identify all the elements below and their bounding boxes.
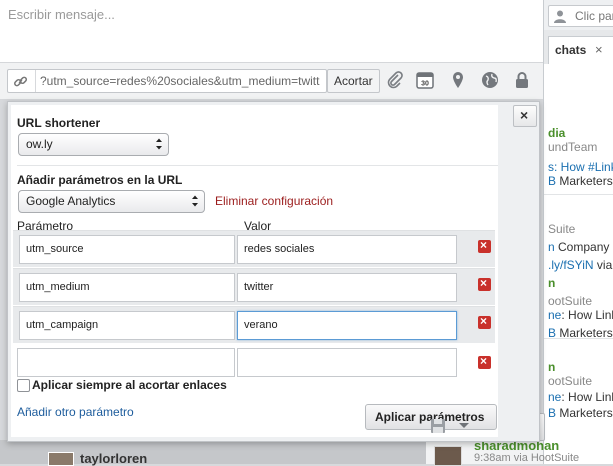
url-input[interactable]: ?utm_source=redes%20sociales&utm_medium=…: [7, 69, 327, 93]
divider: [544, 194, 613, 195]
stream-text: B Marketers: [548, 406, 613, 420]
close-button[interactable]: ×: [513, 105, 537, 127]
close-icon[interactable]: ×: [595, 42, 603, 57]
param-value-input[interactable]: twitter: [237, 273, 457, 302]
add-parameter-link[interactable]: Añadir otro parámetro: [17, 405, 134, 419]
composer-placeholder: Escribir mensaje...: [8, 7, 115, 22]
link-icon: [14, 76, 28, 87]
stream-text: Suite: [548, 222, 576, 236]
lock-icon[interactable]: [512, 70, 532, 90]
attach-icon[interactable]: [385, 70, 405, 90]
param-name-value: utm_medium: [26, 281, 90, 293]
search-placeholder: Clic par: [575, 9, 613, 23]
stream-text: dia: [548, 126, 566, 140]
svg-text:30: 30: [421, 81, 429, 88]
avatar: [434, 446, 462, 466]
link-bar: ?utm_source=redes%20sociales&utm_medium=…: [0, 62, 543, 100]
param-name-value: utm_campaign: [26, 319, 99, 331]
param-name-input[interactable]: utm_source: [19, 235, 235, 264]
param-value-value: twitter: [244, 281, 274, 293]
stream-text: n Company: [548, 240, 610, 254]
param-value-value: verano: [244, 319, 278, 331]
header-search[interactable]: Clic par: [548, 5, 613, 27]
select-arrows-icon: [156, 138, 162, 150]
always-apply-checkbox[interactable]: [17, 379, 30, 392]
stream-text: undTeam: [548, 140, 598, 154]
calendar-icon[interactable]: 30: [415, 70, 435, 90]
shortener-value: ow.ly: [26, 137, 53, 151]
tab-chats-label: chats: [555, 43, 587, 57]
shorten-button[interactable]: Acortar: [327, 69, 380, 93]
stream-text: ne: How Linl: [548, 390, 613, 404]
param-value-input[interactable]: [237, 348, 457, 377]
stream-text: ootSuite: [548, 294, 593, 308]
divider: [544, 338, 613, 339]
stream-text: s: How #Link: [548, 160, 613, 174]
divider: [35, 70, 36, 92]
right-post-time: 9:38am via HootSuite: [474, 452, 580, 464]
delete-row-icon[interactable]: ×: [478, 314, 491, 329]
params-title: Añadir parámetros en la URL: [17, 173, 183, 187]
stream-text: n: [548, 276, 556, 290]
select-arrows-icon: [192, 195, 198, 207]
stream-column: diaundTeams: How #LinkB MarketersSuiten …: [543, 64, 613, 464]
stream-text: n: [548, 360, 556, 374]
shortener-select[interactable]: ow.ly: [18, 133, 169, 156]
param-name-input[interactable]: [17, 348, 235, 377]
param-value-input[interactable]: verano: [237, 311, 457, 340]
delete-row-icon[interactable]: ×: [478, 238, 491, 253]
message-composer[interactable]: Escribir mensaje...: [0, 0, 544, 62]
param-name-value: utm_source: [26, 243, 84, 255]
stream-tabs: chats ×: [543, 30, 613, 65]
always-apply-label: Aplicar siempre al acortar enlaces: [32, 378, 227, 392]
stream-text: B Marketers: [548, 174, 613, 188]
param-value-input[interactable]: redes sociales: [237, 235, 457, 264]
globe-icon[interactable]: [480, 70, 500, 90]
save-icon[interactable]: [430, 418, 446, 434]
close-icon: ×: [520, 107, 529, 123]
delete-row-icon[interactable]: ×: [478, 354, 491, 369]
analytics-select[interactable]: Google Analytics: [18, 190, 205, 213]
stream-text: ne: How Linl: [548, 308, 613, 322]
stream-text: ootSuite: [548, 374, 593, 388]
shortener-title: URL shortener: [17, 116, 101, 130]
url-value: ?utm_source=redes%20sociales&utm_medium=…: [40, 74, 320, 88]
chevron-down-icon[interactable]: [458, 422, 470, 430]
user-icon: [554, 10, 566, 23]
analytics-value: Google Analytics: [26, 194, 116, 208]
remove-config-link[interactable]: Eliminar configuración: [215, 194, 333, 208]
delete-row-icon[interactable]: ×: [478, 276, 491, 291]
param-value-value: redes sociales: [244, 243, 315, 255]
divider: [17, 165, 498, 166]
location-icon[interactable]: [448, 70, 468, 90]
stream-text: .ly/fSYiN via: [548, 258, 613, 272]
tab-chats[interactable]: chats ×: [548, 36, 613, 65]
param-name-input[interactable]: utm_campaign: [19, 311, 235, 340]
param-name-input[interactable]: utm_medium: [19, 273, 235, 302]
shorten-button-label: Acortar: [334, 74, 373, 88]
